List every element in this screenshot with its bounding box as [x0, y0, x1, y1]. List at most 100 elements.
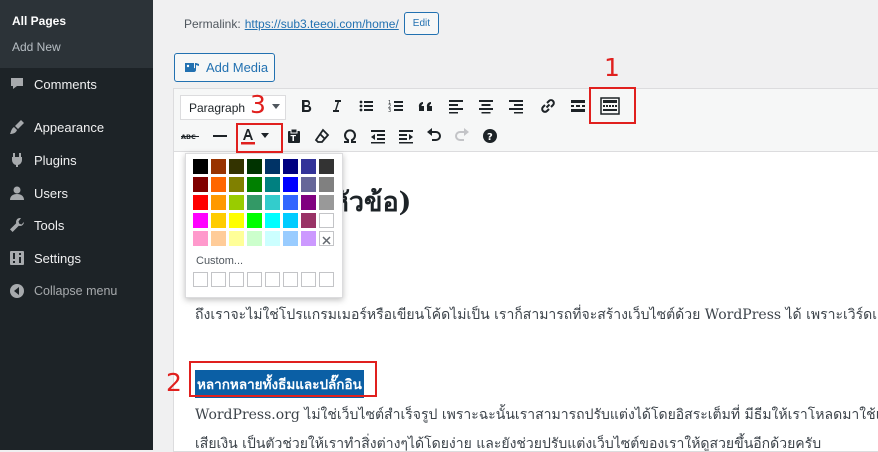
- align-left-button[interactable]: [444, 94, 468, 118]
- color-swatch[interactable]: [301, 195, 316, 210]
- strikethrough-button[interactable]: ABC: [178, 124, 202, 148]
- custom-color-slot[interactable]: [229, 272, 244, 287]
- add-media-button[interactable]: Add Media: [174, 53, 275, 82]
- users-icon: [9, 185, 25, 201]
- horizontal-line-button[interactable]: [208, 124, 232, 148]
- submenu-item-all-pages[interactable]: All Pages: [12, 14, 66, 28]
- bullet-list-button[interactable]: [354, 94, 378, 118]
- content-paragraph: WordPress.org ไม่ใช่เว็บไซต์สำเร็จรูป เพ…: [195, 407, 878, 423]
- bullet-list-icon: [359, 100, 373, 112]
- color-swatch[interactable]: [247, 195, 262, 210]
- color-swatch[interactable]: [319, 177, 334, 192]
- blockquote-button[interactable]: [414, 94, 438, 118]
- color-swatch[interactable]: [265, 177, 280, 192]
- color-swatch[interactable]: [211, 213, 226, 228]
- sidebar-item-users[interactable]: Users: [0, 177, 153, 209]
- custom-color-slot[interactable]: [265, 272, 280, 287]
- numbered-list-button[interactable]: 123: [384, 94, 408, 118]
- color-swatch[interactable]: [211, 195, 226, 210]
- color-swatch[interactable]: [211, 177, 226, 192]
- color-swatch[interactable]: [301, 213, 316, 228]
- color-swatch[interactable]: [265, 213, 280, 228]
- color-swatch[interactable]: [283, 213, 298, 228]
- collapse-menu-button[interactable]: Collapse menu: [0, 275, 153, 307]
- custom-color-slot[interactable]: [283, 272, 298, 287]
- redo-button[interactable]: [450, 124, 474, 148]
- color-swatch[interactable]: [247, 231, 262, 246]
- sidebar-item-plugins[interactable]: Plugins: [0, 144, 153, 176]
- special-character-button[interactable]: [338, 124, 362, 148]
- sidebar-item-appearance[interactable]: Appearance: [0, 111, 153, 143]
- custom-color-slot[interactable]: [247, 272, 262, 287]
- color-swatch[interactable]: [319, 213, 334, 228]
- align-center-button[interactable]: [474, 94, 498, 118]
- italic-button[interactable]: [324, 94, 348, 118]
- increase-indent-button[interactable]: [394, 124, 418, 148]
- permalink-label: Permalink:: [184, 16, 241, 31]
- color-swatch[interactable]: [319, 159, 334, 174]
- color-swatch[interactable]: [283, 159, 298, 174]
- color-swatch[interactable]: [247, 159, 262, 174]
- color-swatch[interactable]: [265, 231, 280, 246]
- color-swatch[interactable]: [265, 195, 280, 210]
- color-swatch[interactable]: [229, 195, 244, 210]
- content-paragraph: ถึงเราจะไม่ใช่โปรแกรมเมอร์หรือเขียนโค้ดไ…: [195, 307, 878, 323]
- custom-color-slot[interactable]: [319, 272, 334, 287]
- color-swatch[interactable]: [229, 213, 244, 228]
- sidebar-item-label: Appearance: [34, 119, 105, 135]
- align-right-button[interactable]: [504, 94, 528, 118]
- no-color-swatch[interactable]: [319, 231, 334, 246]
- color-swatch[interactable]: [211, 159, 226, 174]
- read-more-icon: [571, 100, 585, 112]
- custom-color-slot[interactable]: [301, 272, 316, 287]
- bold-button[interactable]: [294, 94, 318, 118]
- color-swatch[interactable]: [211, 231, 226, 246]
- color-swatch[interactable]: [247, 177, 262, 192]
- color-swatch[interactable]: [229, 159, 244, 174]
- sidebar-item-label: Tools: [34, 217, 65, 233]
- content-paragraph: เสียเงิน เป็นตัวช่วยให้เราทำสิ่งต่างๆได้…: [195, 436, 822, 451]
- svg-text:?: ?: [487, 132, 493, 143]
- color-swatch[interactable]: [301, 159, 316, 174]
- color-swatch[interactable]: [229, 231, 244, 246]
- numbered-list-icon: 123: [388, 100, 403, 114]
- format-select[interactable]: Paragraph: [180, 95, 286, 120]
- sidebar-item-settings[interactable]: Settings: [0, 242, 153, 274]
- sidebar-item-tools[interactable]: Tools: [0, 209, 153, 241]
- color-swatch[interactable]: [193, 159, 208, 174]
- decrease-indent-button[interactable]: [366, 124, 390, 148]
- close-icon: [322, 236, 331, 245]
- sidebar-item-comments[interactable]: Comments: [0, 68, 153, 100]
- color-swatch[interactable]: [247, 213, 262, 228]
- color-swatch[interactable]: [301, 177, 316, 192]
- color-swatch[interactable]: [193, 177, 208, 192]
- help-button[interactable]: ?: [478, 124, 502, 148]
- insert-link-button[interactable]: [536, 94, 560, 118]
- permalink-link[interactable]: https://sub3.teeoi.com/home/: [245, 17, 399, 31]
- strikethrough-icon: ABC: [181, 133, 199, 141]
- custom-color-label[interactable]: Custom...: [196, 255, 243, 267]
- custom-color-slot[interactable]: [193, 272, 208, 287]
- add-media-label: Add Media: [206, 60, 269, 75]
- submenu-item-add-new[interactable]: Add New: [12, 40, 61, 54]
- color-swatch[interactable]: [283, 231, 298, 246]
- color-swatch[interactable]: [301, 231, 316, 246]
- color-swatch[interactable]: [193, 231, 208, 246]
- color-swatch[interactable]: [319, 195, 334, 210]
- clear-formatting-button[interactable]: [310, 124, 334, 148]
- color-swatch[interactable]: [283, 195, 298, 210]
- color-swatch[interactable]: [193, 213, 208, 228]
- color-swatch[interactable]: [193, 195, 208, 210]
- edit-permalink-button[interactable]: Edit: [403, 12, 440, 35]
- annotation-box-1: [589, 87, 636, 124]
- color-swatch[interactable]: [229, 177, 244, 192]
- color-swatch[interactable]: [283, 177, 298, 192]
- read-more-button[interactable]: [566, 94, 590, 118]
- paste-text-button[interactable]: T: [282, 124, 306, 148]
- color-swatch[interactable]: [265, 159, 280, 174]
- undo-button[interactable]: [422, 124, 446, 148]
- collapse-icon: [9, 283, 25, 299]
- custom-color-slot[interactable]: [211, 272, 226, 287]
- admin-sidebar: All Pages Add New Comments Appearance Pl…: [0, 0, 153, 450]
- sidebar-item-label: Collapse menu: [34, 284, 118, 298]
